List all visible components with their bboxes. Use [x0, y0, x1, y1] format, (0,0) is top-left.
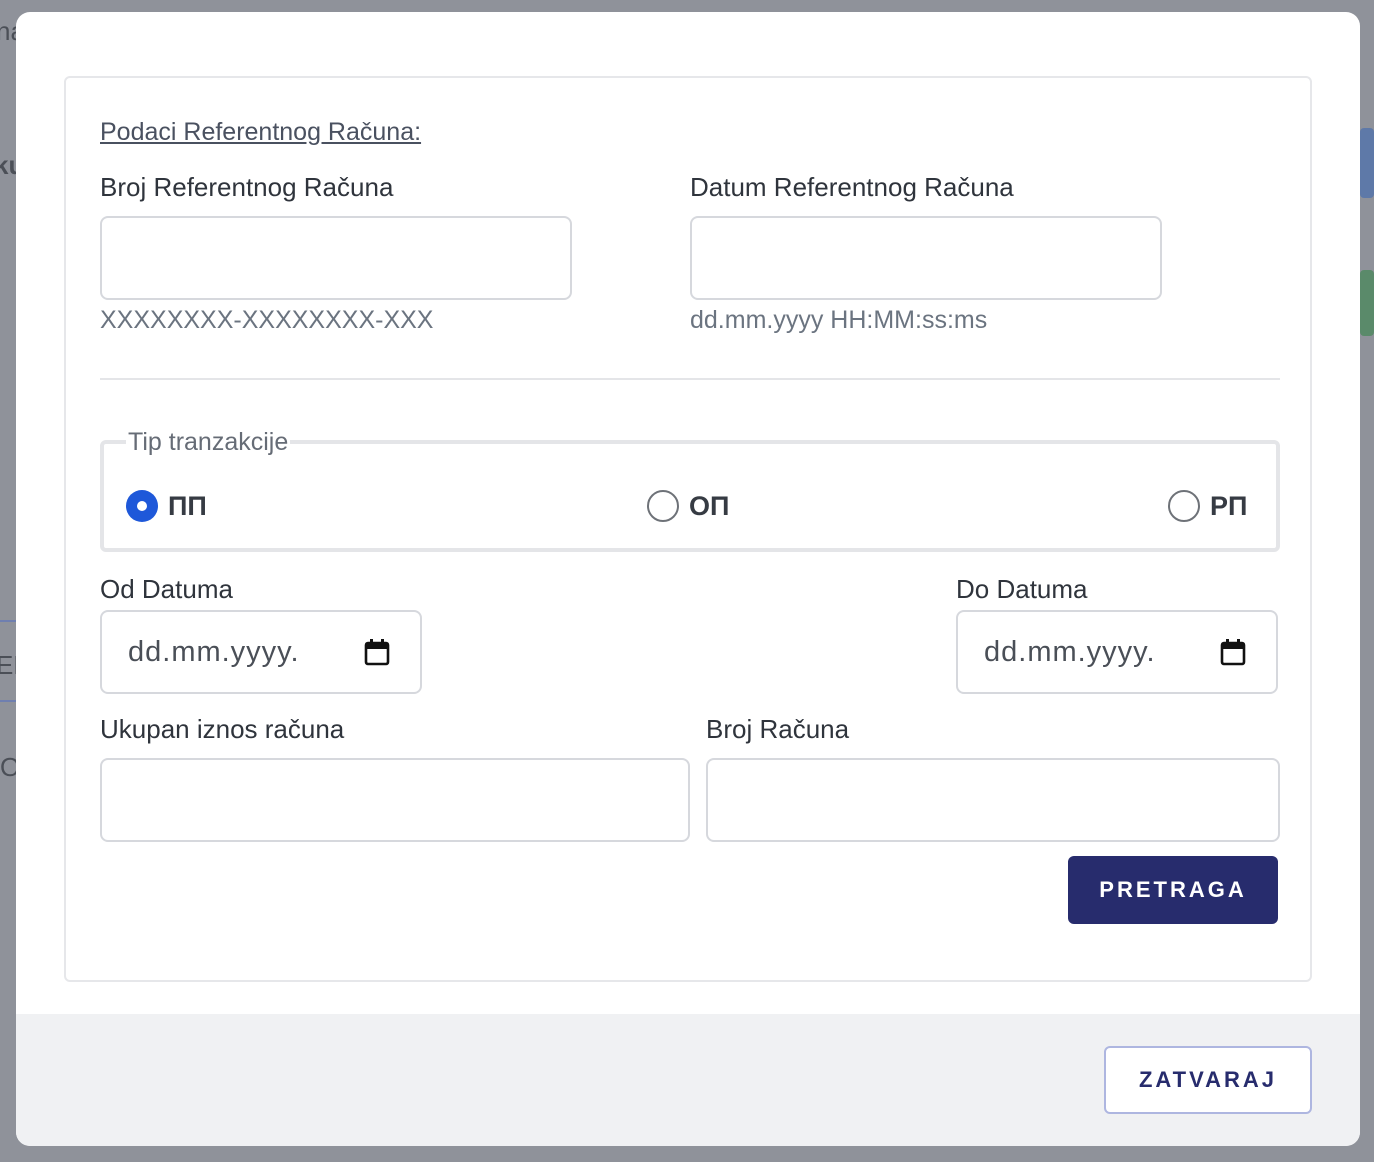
to-date-label: Do Datuma [956, 574, 1088, 604]
reference-number-hint: XXXXXXXX-XXXXXXXX-XXX [100, 306, 434, 334]
radio-checked-icon[interactable] [126, 490, 158, 522]
background-divider [0, 700, 16, 702]
radio-option-rp[interactable]: РП [1168, 490, 1247, 522]
from-date-placeholder: dd.mm.yyyy. [128, 635, 300, 668]
reference-section-title: Podaci Referentnog Računa: [100, 118, 422, 146]
search-form-card: Podaci Referentnog Računa: Broj Referent… [64, 76, 1312, 982]
total-amount-label: Ukupan iznos računa [100, 714, 345, 744]
reference-number-label: Broj Referentnog Računa [100, 172, 394, 202]
total-amount-input[interactable] [100, 758, 690, 842]
reference-number-input[interactable] [100, 216, 572, 300]
radio-unchecked-icon[interactable] [1168, 490, 1200, 522]
modal-footer: ZATVARAJ [16, 1014, 1360, 1146]
reference-date-input[interactable] [690, 216, 1162, 300]
from-date-input[interactable]: dd.mm.yyyy. [100, 610, 422, 694]
radio-option-pp[interactable]: ПП [126, 490, 207, 522]
search-modal: Podaci Referentnog Računa: Broj Referent… [16, 12, 1360, 1146]
reference-date-hint: dd.mm.yyyy HH:MM:ss:ms [690, 306, 988, 334]
to-date-placeholder: dd.mm.yyyy. [984, 635, 1156, 668]
close-button[interactable]: ZATVARAJ [1104, 1046, 1312, 1114]
section-divider [100, 378, 1280, 380]
calendar-icon[interactable] [1220, 638, 1246, 666]
account-number-input[interactable] [706, 758, 1280, 842]
radio-unchecked-icon[interactable] [647, 490, 679, 522]
background-button [1360, 270, 1374, 336]
to-date-input[interactable]: dd.mm.yyyy. [956, 610, 1278, 694]
calendar-icon[interactable] [364, 638, 390, 666]
account-number-label: Broj Računa [706, 714, 850, 744]
reference-date-label: Datum Referentnog Računa [690, 172, 1014, 202]
search-button[interactable]: PRETRAGA [1068, 856, 1278, 924]
transaction-type-group: Tip tranzakcije ПП ОП РП [100, 428, 1280, 552]
radio-label-op: ОП [689, 490, 730, 521]
background-button [1360, 128, 1374, 198]
radio-label-pp: ПП [168, 490, 207, 521]
from-date-label: Od Datuma [100, 574, 233, 604]
transaction-type-legend: Tip tranzakcije [126, 428, 291, 457]
radio-label-rp: РП [1210, 490, 1248, 521]
background-divider [0, 620, 16, 622]
radio-option-op[interactable]: ОП [647, 490, 729, 522]
